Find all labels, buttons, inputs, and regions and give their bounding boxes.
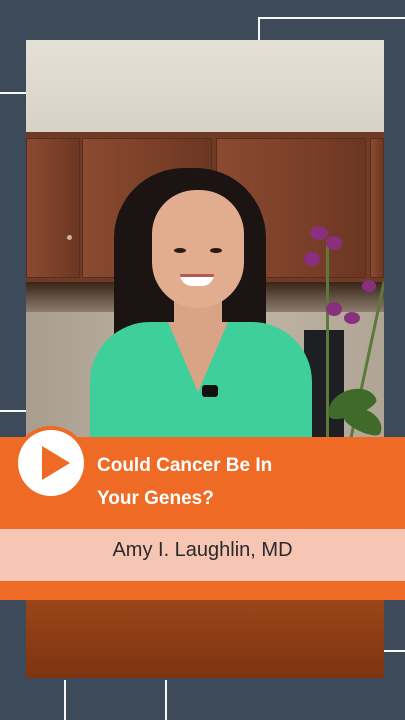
lapel-microphone bbox=[202, 385, 218, 397]
frame-line-bottom-left bbox=[64, 680, 66, 720]
cabinet-door bbox=[26, 138, 80, 278]
orchid-flower bbox=[344, 312, 360, 324]
eye bbox=[174, 248, 186, 253]
orchid-flower bbox=[310, 226, 328, 240]
cabinet-door bbox=[370, 138, 384, 278]
frame-line-top-right bbox=[258, 17, 405, 19]
scrub-neckline bbox=[168, 322, 228, 392]
frame-line-left-top bbox=[0, 92, 26, 94]
video-title: Could Cancer Be In Your Genes? bbox=[97, 449, 387, 515]
orchid-flower bbox=[326, 236, 342, 250]
frame-line-bottom-right bbox=[165, 680, 167, 720]
video-title-line-1: Could Cancer Be In bbox=[97, 455, 273, 476]
video-title-line-2: Your Genes? bbox=[97, 488, 214, 509]
play-icon[interactable] bbox=[42, 446, 70, 480]
frame-line-top-right-vertical bbox=[258, 17, 260, 40]
face bbox=[152, 190, 244, 308]
orchid-flower bbox=[304, 252, 320, 266]
frame-line-left-bottom bbox=[0, 410, 26, 412]
frame-line-right-bottom bbox=[384, 650, 405, 652]
orchid-flower bbox=[362, 280, 376, 292]
eye bbox=[210, 248, 222, 253]
presenter-name: Amy I. Laughlin, MD bbox=[112, 539, 293, 561]
smile bbox=[180, 274, 214, 286]
accent-strip bbox=[0, 581, 405, 600]
ceiling bbox=[26, 40, 384, 132]
orchid-flower bbox=[326, 302, 342, 316]
